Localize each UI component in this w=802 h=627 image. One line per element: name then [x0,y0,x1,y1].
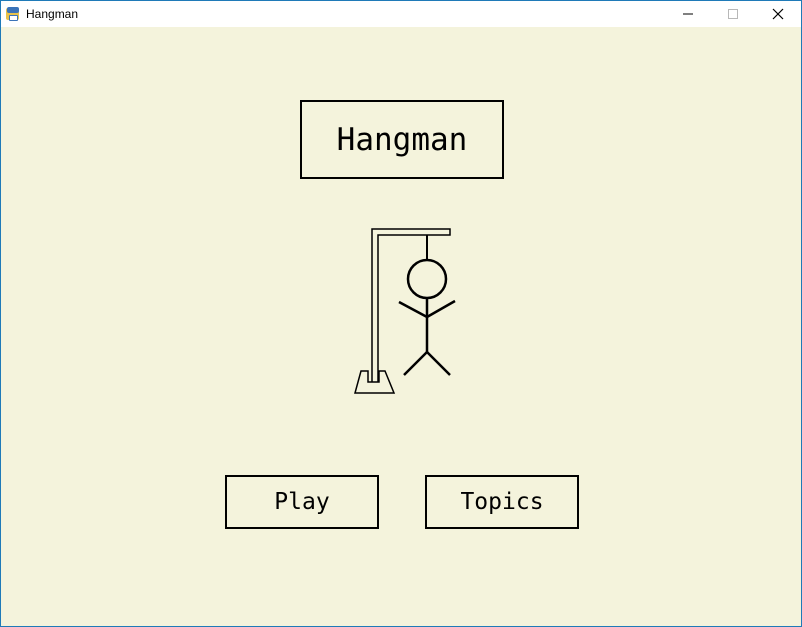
minimize-icon [683,13,693,15]
maximize-button[interactable] [711,1,757,27]
left-leg [403,351,428,376]
gallows-base [354,370,396,394]
window-title: Hangman [26,7,79,21]
right-arm [426,299,456,319]
right-leg [426,351,451,376]
head [406,258,448,300]
gallows-post [371,228,451,382]
topics-button[interactable]: Topics [425,475,579,529]
title-bar[interactable]: Hangman [1,1,801,27]
close-icon [772,8,784,20]
hangman-figure [354,228,456,394]
main-content: Hangman Play Topics [1,27,801,626]
game-title: Hangman [300,100,504,179]
play-button[interactable]: Play [225,475,379,529]
app-window: Hangman Hangman Play Topics [0,0,802,627]
minimize-button[interactable] [665,1,711,27]
python-app-icon [6,7,19,21]
close-button[interactable] [755,1,801,27]
maximize-icon [728,9,738,19]
left-arm [398,300,428,319]
